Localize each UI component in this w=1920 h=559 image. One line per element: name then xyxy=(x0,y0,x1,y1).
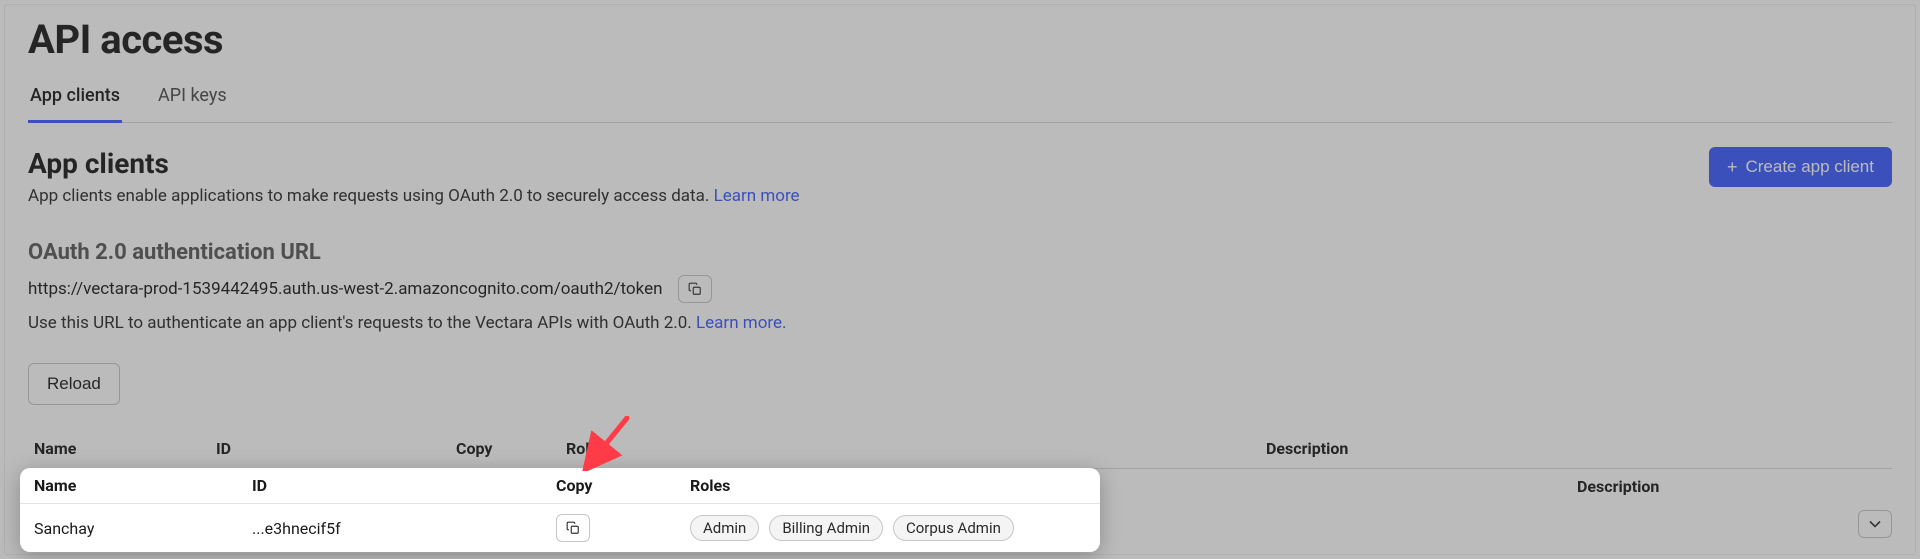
oauth-helper-prefix: Use this URL to authenticate an app clie… xyxy=(28,313,696,333)
learn-more-link[interactable]: Learn more xyxy=(714,186,800,206)
app-clients-table: Name ID Copy Roles Description xyxy=(28,429,1892,469)
oauth-heading: OAuth 2.0 authentication URL xyxy=(28,240,1892,265)
table-row[interactable]: Sanchay ...e3hnecif5f Admin Billing Admi… xyxy=(20,504,1100,553)
role-pill: Billing Admin xyxy=(769,515,883,541)
plus-icon: + xyxy=(1727,158,1738,176)
th-id: ID xyxy=(208,429,448,469)
cell-roles: Admin Billing Admin Corpus Admin xyxy=(682,504,1100,553)
oauth-learn-more-link[interactable]: Learn more. xyxy=(696,313,787,333)
hc-th-id: ID xyxy=(244,468,548,504)
tab-app-clients[interactable]: App clients xyxy=(28,77,122,123)
th-copy: Copy xyxy=(448,429,558,469)
highlighted-row: Name ID Copy Roles Sanchay ...e3hnecif5f xyxy=(20,468,1100,552)
th-roles: Roles xyxy=(558,429,1258,469)
copy-id-button[interactable] xyxy=(556,514,590,542)
hc-th-name: Name xyxy=(20,468,244,504)
cell-id: ...e3hnecif5f xyxy=(244,504,548,553)
th-description: Description xyxy=(1258,429,1842,469)
tab-api-keys[interactable]: API keys xyxy=(156,77,229,123)
chevron-down-icon xyxy=(1869,520,1881,528)
hc-th-copy: Copy xyxy=(548,468,682,504)
role-pill: Corpus Admin xyxy=(893,515,1014,541)
oauth-url: https://vectara-prod-1539442495.auth.us-… xyxy=(28,279,662,299)
oauth-helper-text: Use this URL to authenticate an app clie… xyxy=(28,313,1892,333)
hc-th-roles: Roles xyxy=(682,468,1100,504)
role-pill: Admin xyxy=(690,515,759,541)
row-actions-button[interactable] xyxy=(1858,510,1892,538)
copy-icon xyxy=(566,521,580,535)
section-description: App clients enable applications to make … xyxy=(28,186,800,206)
th-description-shadow: Description xyxy=(1577,477,1659,496)
copy-oauth-url-button[interactable] xyxy=(678,275,712,303)
th-name: Name xyxy=(28,429,208,469)
tabs: App clients API keys xyxy=(28,77,1892,123)
copy-icon xyxy=(688,282,702,296)
page-title: API access xyxy=(28,16,1892,63)
create-app-client-button[interactable]: + Create app client xyxy=(1709,147,1892,187)
cell-name: Sanchay xyxy=(20,504,244,553)
create-app-client-label: Create app client xyxy=(1745,157,1874,177)
section-desc-text: App clients enable applications to make … xyxy=(28,186,714,206)
section-title: App clients xyxy=(28,147,800,180)
reload-button[interactable]: Reload xyxy=(28,363,120,405)
